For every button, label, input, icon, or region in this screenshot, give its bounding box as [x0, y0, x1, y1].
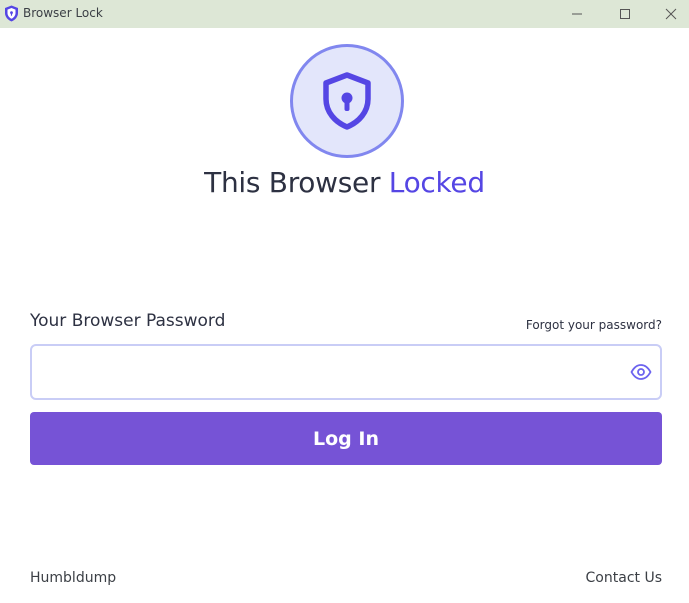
page-title-main: This Browser — [204, 166, 389, 199]
page-title-accent: Locked — [388, 166, 485, 199]
shield-lock-icon — [5, 5, 18, 22]
maximize-icon — [620, 9, 630, 19]
browser-lock-window: Browser Lock This Browser Locked Your Br… — [0, 0, 689, 603]
password-label: Your Browser Password — [30, 311, 226, 331]
forgot-password-link[interactable]: Forgot your password? — [526, 318, 662, 332]
close-button[interactable] — [648, 0, 689, 28]
window-title: Browser Lock — [23, 6, 103, 20]
contact-us-link[interactable]: Contact Us — [586, 570, 662, 586]
password-field-container — [30, 344, 662, 400]
footer-brand: Humbldump — [30, 570, 117, 586]
title-bar: Browser Lock — [0, 0, 689, 28]
minimize-button[interactable] — [554, 0, 600, 28]
shield-keyhole-icon — [323, 72, 371, 130]
close-icon — [665, 8, 677, 20]
hero-lock-badge — [290, 44, 404, 158]
login-button[interactable]: Log In — [30, 412, 662, 465]
password-input[interactable] — [44, 358, 618, 388]
page-title: This Browser Locked — [0, 166, 689, 199]
eye-icon[interactable] — [630, 362, 652, 382]
maximize-button[interactable] — [602, 0, 648, 28]
minimize-icon — [572, 13, 582, 15]
